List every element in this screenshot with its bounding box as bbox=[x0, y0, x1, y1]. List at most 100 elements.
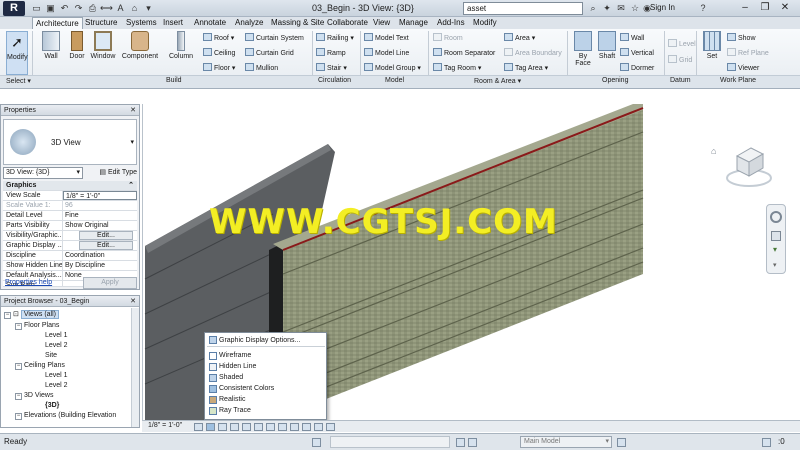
zoom-region-icon[interactable] bbox=[771, 231, 781, 241]
component-button[interactable]: Component bbox=[120, 31, 160, 60]
realistic-item[interactable]: Realistic bbox=[207, 395, 325, 405]
tab-analyze[interactable]: Analyze bbox=[232, 17, 266, 29]
rendering-icon[interactable] bbox=[242, 423, 251, 431]
vertical-opening-button[interactable]: Vertical bbox=[620, 48, 654, 59]
model-group-button[interactable]: Model Group ▾ bbox=[364, 63, 421, 74]
ref-plane-button[interactable]: Ref Plane bbox=[727, 48, 769, 59]
reveal-hidden-icon[interactable] bbox=[302, 423, 311, 431]
revit-app-logo-icon[interactable]: R bbox=[3, 1, 25, 16]
edit-type-button[interactable]: ▤ Edit Type bbox=[87, 167, 137, 179]
restore-icon[interactable]: ❐ bbox=[758, 1, 772, 15]
shaded-item[interactable]: Shaded bbox=[207, 373, 325, 383]
editable-only-icon[interactable] bbox=[456, 438, 465, 447]
curtain-system-button[interactable]: Curtain System bbox=[245, 33, 304, 44]
text-icon[interactable]: A bbox=[114, 2, 127, 14]
tab-systems[interactable]: Systems bbox=[123, 17, 160, 29]
search-input[interactable]: asset bbox=[463, 2, 583, 15]
area-button[interactable]: Area ▾ bbox=[504, 33, 535, 44]
tree-item-level-2[interactable]: Level 2 bbox=[45, 341, 68, 351]
room-area-panel-label[interactable]: Room & Area ▾ bbox=[474, 77, 521, 85]
type-selector[interactable]: 3D View ▾ bbox=[3, 119, 137, 165]
visual-style-icon[interactable] bbox=[206, 423, 215, 431]
tree-item-site[interactable]: Site bbox=[45, 351, 57, 361]
collapse-icon[interactable]: − bbox=[15, 413, 22, 420]
hidden-line-item[interactable]: Hidden Line bbox=[207, 362, 325, 372]
home-icon[interactable]: ⌂ bbox=[711, 146, 716, 156]
worksets-icon[interactable] bbox=[312, 438, 321, 447]
measure-icon[interactable]: ⟷ bbox=[100, 2, 113, 14]
tab-view[interactable]: View bbox=[370, 17, 393, 29]
vg-edit-button[interactable]: Edit... bbox=[79, 231, 133, 240]
open-icon[interactable]: ▭ bbox=[30, 2, 43, 14]
undo-icon[interactable]: ↶ bbox=[58, 2, 71, 14]
analysis-display-icon[interactable] bbox=[326, 423, 335, 431]
workset-select[interactable] bbox=[330, 436, 450, 448]
shadows-icon[interactable] bbox=[230, 423, 239, 431]
select-panel-label[interactable]: Select ▾ bbox=[6, 77, 31, 85]
set-work-plane-button[interactable]: Set bbox=[701, 31, 723, 60]
collapse-icon[interactable]: − bbox=[15, 323, 22, 330]
collapse-icon[interactable]: − bbox=[15, 393, 22, 400]
dormer-button[interactable]: Dormer bbox=[620, 63, 654, 74]
window-button[interactable]: Window bbox=[90, 31, 116, 60]
level-button[interactable]: Level bbox=[668, 39, 696, 50]
browser-scrollbar[interactable] bbox=[131, 308, 139, 427]
room-button[interactable]: Room bbox=[433, 33, 463, 44]
ray-trace-item[interactable]: Ray Trace bbox=[207, 406, 325, 416]
area-boundary-button[interactable]: Area Boundary bbox=[504, 48, 562, 59]
tab-architecture[interactable]: Architecture bbox=[32, 17, 83, 29]
design-options-icon[interactable] bbox=[468, 438, 477, 447]
tab-add-ins[interactable]: Add-Ins bbox=[434, 17, 468, 29]
ramp-button[interactable]: Ramp bbox=[316, 48, 346, 59]
wall-button[interactable]: Wall bbox=[38, 31, 64, 60]
tree-ceiling-plans[interactable]: − Ceiling Plans bbox=[15, 361, 65, 371]
properties-help-link[interactable]: Properties help bbox=[5, 279, 52, 286]
model-line-button[interactable]: Model Line bbox=[364, 48, 409, 59]
3d-view-icon[interactable]: ⌂ bbox=[128, 2, 141, 14]
instance-filter-select[interactable]: 3D View: {3D} ▾ bbox=[3, 167, 83, 179]
view-scale-button[interactable]: 1/8" = 1'-0" bbox=[148, 422, 182, 429]
binoculars-icon[interactable]: ⌕ bbox=[586, 2, 600, 15]
graphics-group-row[interactable]: Graphics ⌃ bbox=[3, 181, 137, 191]
property-row[interactable]: Graphic Display ... Edit... bbox=[3, 241, 137, 251]
graphic-display-edit-button[interactable]: Edit... bbox=[79, 241, 133, 250]
railing-button[interactable]: Railing ▾ bbox=[316, 33, 354, 44]
property-row[interactable]: View Scale 1/8" = 1'-0" bbox=[3, 191, 137, 201]
tab-annotate[interactable]: Annotate bbox=[191, 17, 229, 29]
column-button[interactable]: Column bbox=[168, 31, 194, 60]
room-separator-button[interactable]: Room Separator bbox=[433, 48, 495, 59]
property-row[interactable]: Detail Level Fine bbox=[3, 211, 137, 221]
type-dropdown-icon[interactable]: ▾ bbox=[130, 138, 134, 146]
temporary-view-properties-icon[interactable] bbox=[314, 423, 323, 431]
minimize-icon[interactable]: – bbox=[738, 1, 752, 15]
collapse-icon[interactable]: − bbox=[4, 312, 11, 319]
tree-3d-views[interactable]: −3D Views bbox=[15, 391, 53, 401]
graphic-display-options-item[interactable]: Graphic Display Options... bbox=[207, 335, 325, 347]
viewcube[interactable]: ⌂ bbox=[711, 140, 775, 192]
collapse-icon[interactable]: − bbox=[15, 363, 22, 370]
door-button[interactable]: Door bbox=[64, 31, 90, 60]
communication-icon[interactable]: ✉ bbox=[614, 2, 628, 15]
crop-view-icon[interactable] bbox=[254, 423, 263, 431]
lock-view-icon[interactable] bbox=[278, 423, 287, 431]
viewer-button[interactable]: Viewer bbox=[727, 63, 759, 74]
detail-level-icon[interactable] bbox=[194, 423, 203, 431]
wireframe-item[interactable]: Wireframe bbox=[207, 351, 325, 361]
show-work-plane-button[interactable]: Show bbox=[727, 33, 756, 44]
temporary-hide-icon[interactable] bbox=[290, 423, 299, 431]
consistent-colors-item[interactable]: Consistent Colors bbox=[207, 384, 325, 394]
navbar-options-icon[interactable]: ▾ bbox=[773, 261, 777, 269]
roof-button[interactable]: Roof ▾ bbox=[203, 33, 234, 44]
close-icon[interactable]: ✕ bbox=[778, 1, 792, 15]
ceiling-button[interactable]: Ceiling bbox=[203, 48, 235, 59]
by-face-button[interactable]: By Face bbox=[572, 31, 594, 67]
tab-modify[interactable]: Modify bbox=[470, 17, 500, 29]
help-icon[interactable]: ? bbox=[696, 2, 710, 15]
property-row[interactable]: Visibility/Graphic... Edit... bbox=[3, 231, 137, 241]
shaft-button[interactable]: Shaft bbox=[596, 31, 618, 60]
tag-room-button[interactable]: Tag Room ▾ bbox=[433, 63, 481, 74]
model-text-button[interactable]: Model Text bbox=[364, 33, 409, 44]
close-browser-icon[interactable]: ✕ bbox=[130, 296, 136, 307]
grid-button[interactable]: Grid bbox=[668, 55, 692, 66]
show-crop-icon[interactable] bbox=[266, 423, 275, 431]
